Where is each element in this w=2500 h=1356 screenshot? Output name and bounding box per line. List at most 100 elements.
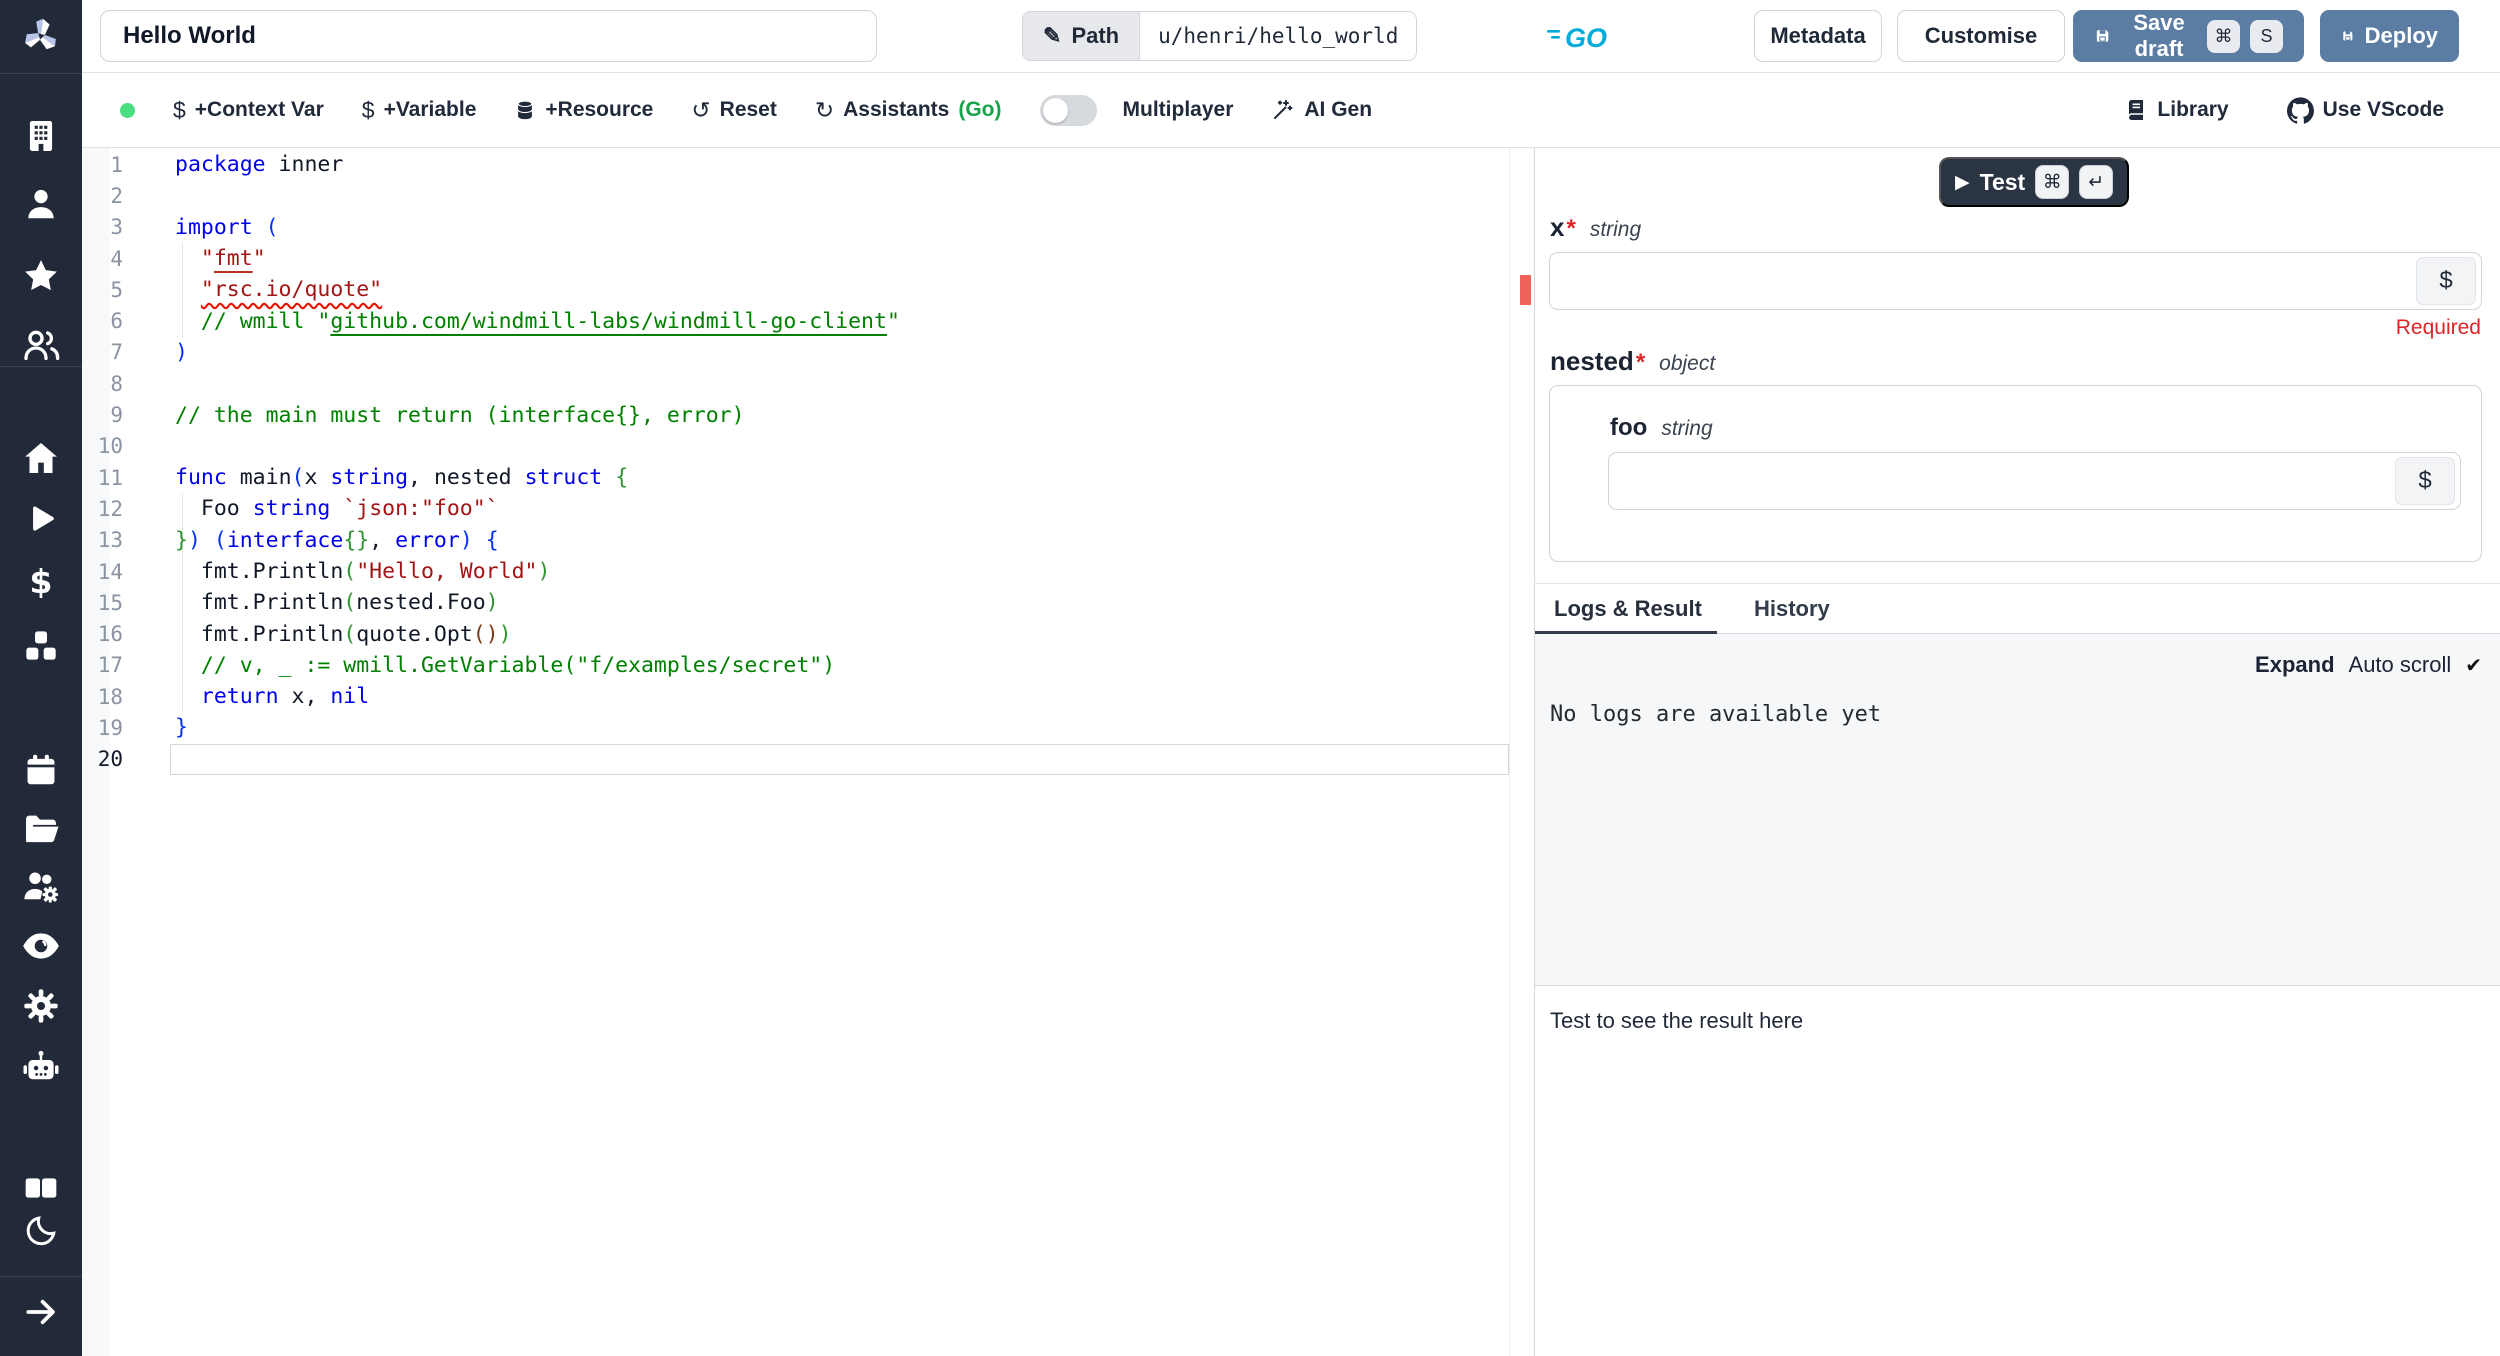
line-number: 9 xyxy=(110,403,123,428)
code-text: // wmill "github.com/windmill-labs/windm… xyxy=(200,308,900,334)
code-text: // the main must return (interface{}, er… xyxy=(175,402,745,428)
code-line: 14 fmt.Println("Hello, World") xyxy=(82,556,1534,587)
code-line: 20 xyxy=(82,744,1534,775)
test-button[interactable]: ▶ Test ⌘ ↵ xyxy=(1939,157,2130,207)
code-line: 16 fmt.Println(quote.Opt()) xyxy=(82,618,1534,649)
add-resource-button[interactable]: +Resource xyxy=(514,98,653,122)
play-icon xyxy=(33,506,54,531)
kbd-cmd: ⌘ xyxy=(2207,19,2240,53)
kbd-cmd: ⌘ xyxy=(2035,165,2070,199)
arg-x-input[interactable]: $ xyxy=(1549,252,2482,310)
code-line: 15 fmt.Println(nested.Foo) xyxy=(82,587,1534,618)
editor-scrollbar[interactable] xyxy=(1509,148,1510,1356)
add-variable-button[interactable]: $ +Variable xyxy=(362,97,477,124)
result-area: Test to see the result here xyxy=(1535,986,2500,1356)
code-text: } xyxy=(175,715,188,741)
assistants-button[interactable]: ↻ Assistants (Go) xyxy=(815,97,1002,124)
code-text: fmt.Println("Hello, World") xyxy=(200,559,551,584)
arg-nested-type: object xyxy=(1659,352,1716,375)
check-icon: ✔ xyxy=(2465,654,2482,677)
sidebar-item-home[interactable] xyxy=(0,436,82,480)
line-number: 13 xyxy=(97,528,123,553)
required-star: * xyxy=(1635,349,1646,376)
add-variable-label: +Variable xyxy=(383,98,477,121)
use-vscode-button[interactable]: Use VScode xyxy=(2286,96,2444,124)
expand-button[interactable]: Expand xyxy=(2255,652,2334,678)
sidebar-item-workspace[interactable] xyxy=(0,114,82,158)
add-context-var-button[interactable]: $ +Context Var xyxy=(173,97,324,124)
sidebar-item-groups[interactable] xyxy=(0,323,82,367)
insert-variable-button[interactable]: $ xyxy=(2395,457,2455,505)
auto-scroll-toggle[interactable]: Auto scroll xyxy=(2349,652,2452,678)
metadata-button[interactable]: Metadata xyxy=(1754,10,1882,62)
code-line: 18 return x, nil xyxy=(82,681,1534,712)
kbd-s: S xyxy=(2250,19,2283,53)
test-label: Test xyxy=(1979,168,2026,195)
pencil-icon: ✎ xyxy=(1043,23,1062,48)
svg-text:$: $ xyxy=(29,563,52,601)
sidebar-item-settings[interactable] xyxy=(0,984,82,1028)
code-text: "fmt" xyxy=(200,246,266,272)
users-icon xyxy=(24,330,60,360)
ai-gen-button[interactable]: AI Gen xyxy=(1271,98,1372,122)
sidebar-item-resources[interactable] xyxy=(0,624,82,668)
reset-button[interactable]: ↺ Reset xyxy=(691,97,776,124)
path-value[interactable]: u/henri/hello_world xyxy=(1139,12,1417,60)
star-icon xyxy=(25,260,57,291)
sidebar-item-variables[interactable]: $ xyxy=(0,560,82,604)
sidebar-item-ai[interactable] xyxy=(0,1045,82,1089)
code-line: 3 import ( xyxy=(82,212,1534,243)
editor-toolbar: $ +Context Var $ +Variable +Resource ↺ R… xyxy=(82,73,2500,148)
line-number: 4 xyxy=(110,246,123,271)
save-draft-button[interactable]: Save draft ⌘ S xyxy=(2073,10,2304,62)
code-line: 9 // the main must return (interface{}, e… xyxy=(82,399,1534,430)
code-text: import ( xyxy=(175,214,279,240)
sidebar-item-docs[interactable] xyxy=(0,1166,82,1210)
code-editor[interactable]: 1 package inner 2 3 import (4 "fmt" 5 "rsc.io… xyxy=(82,148,1534,1356)
boxes-icon xyxy=(26,631,56,660)
add-context-var-label: +Context Var xyxy=(194,98,324,121)
deploy-button[interactable]: Deploy xyxy=(2320,10,2459,62)
sidebar-item-schedules[interactable] xyxy=(0,748,82,792)
go-logo-icon: GO xyxy=(1547,23,1607,53)
line-number: 17 xyxy=(97,653,123,678)
sidebar-item-dark-mode[interactable] xyxy=(0,1209,82,1253)
insert-variable-button[interactable]: $ xyxy=(2416,257,2476,305)
users-cog-icon xyxy=(24,872,59,903)
sidebar-item-audit-logs[interactable] xyxy=(0,924,82,968)
line-number: 8 xyxy=(110,371,123,396)
code-line: 5 "rsc.io/quote" xyxy=(82,274,1534,305)
windmill-logo-icon xyxy=(25,18,56,50)
windmill-logo[interactable] xyxy=(0,14,82,58)
path-group: ✎ Path u/henri/hello_world xyxy=(1022,11,1418,61)
folder-open-icon xyxy=(26,815,59,843)
arg-foo-input[interactable]: $ xyxy=(1608,452,2461,510)
code-line: 1 package inner xyxy=(82,149,1534,180)
code-text: }) (interface{}, error) { xyxy=(175,527,499,553)
robot-icon xyxy=(23,1050,59,1080)
sidebar-item-favorites[interactable] xyxy=(0,254,82,298)
assistants-lang-label: (Go) xyxy=(958,98,1002,121)
sidebar-item-workers[interactable] xyxy=(0,865,82,909)
sidebar-item-runs[interactable] xyxy=(0,498,82,542)
script-title-input[interactable] xyxy=(100,10,877,62)
building-icon xyxy=(29,120,53,152)
line-number: 18 xyxy=(97,684,123,709)
line-number: 5 xyxy=(110,277,123,302)
moon-icon xyxy=(26,1216,56,1246)
tab-logs-result[interactable]: Logs & Result xyxy=(1554,584,1702,634)
ai-gen-label: AI Gen xyxy=(1304,98,1373,121)
code-lines: 1 package inner 2 3 import (4 "fmt" 5 "rsc.io… xyxy=(82,149,1534,775)
sidebar: $ xyxy=(0,0,82,1356)
kbd-enter: ↵ xyxy=(2079,165,2114,199)
library-button[interactable]: Library xyxy=(2124,98,2229,122)
multiplayer-toggle[interactable] xyxy=(1039,94,1097,126)
tab-history[interactable]: History xyxy=(1754,584,1830,634)
sidebar-collapse-button[interactable] xyxy=(0,1290,82,1334)
path-button[interactable]: ✎ Path xyxy=(1023,12,1140,60)
sidebar-divider xyxy=(0,1276,82,1277)
customise-button[interactable]: Customise xyxy=(1897,10,2065,62)
sidebar-item-folders[interactable] xyxy=(0,807,82,851)
sidebar-item-user[interactable] xyxy=(0,182,82,226)
code-text: ) xyxy=(175,339,188,365)
